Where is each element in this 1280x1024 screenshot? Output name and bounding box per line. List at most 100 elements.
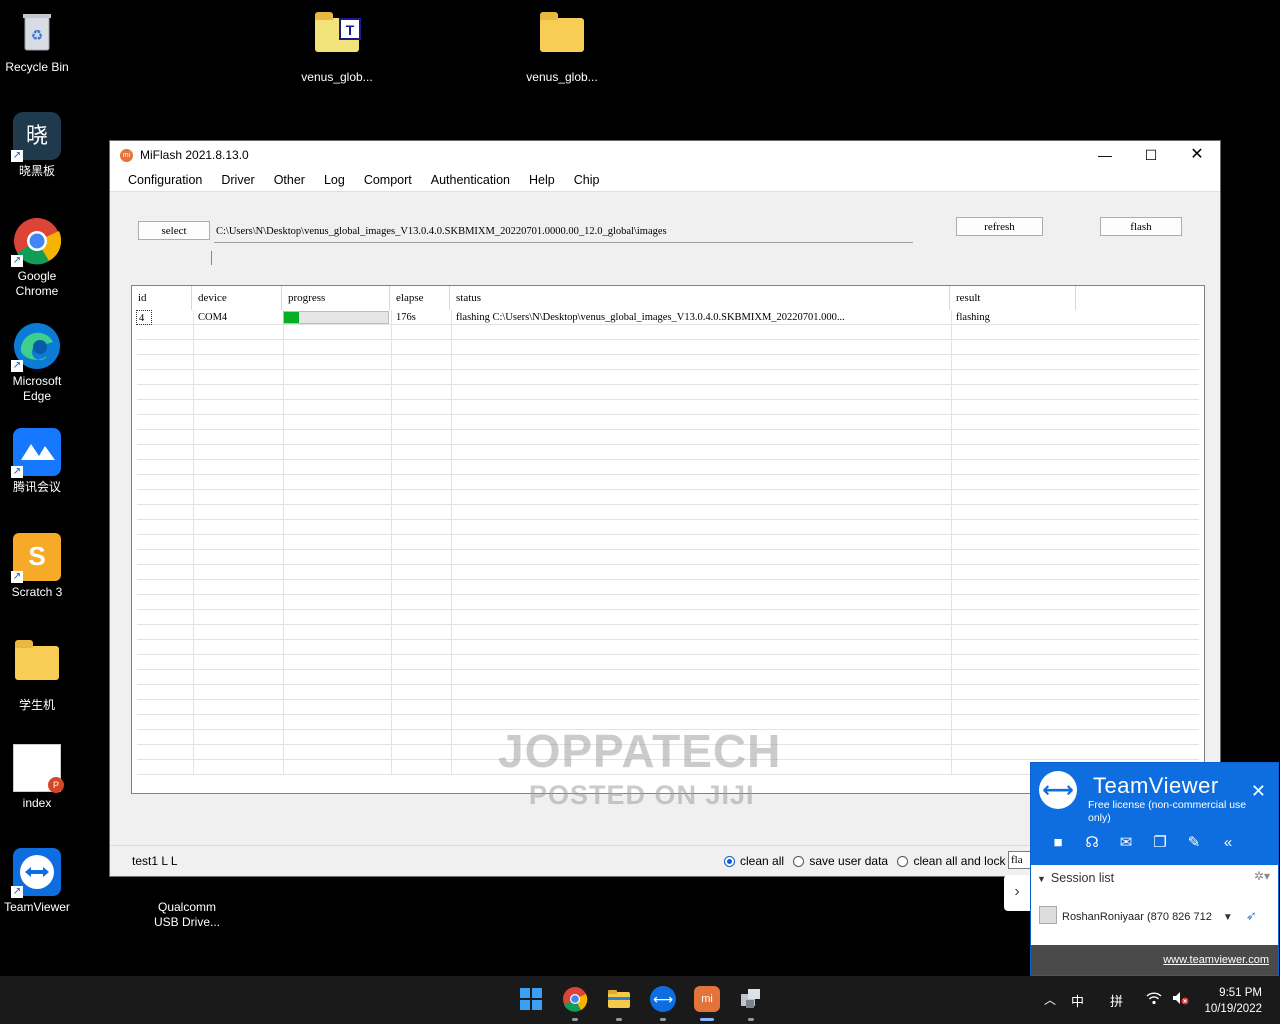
cell-device: COM4 bbox=[198, 312, 228, 323]
table-row[interactable]: 4 COM4 176s flashing C:\Users\N\Desktop\… bbox=[132, 310, 1204, 325]
files-icon[interactable]: ❐ bbox=[1143, 833, 1177, 851]
option-save-user-data[interactable]: save user data bbox=[793, 854, 888, 868]
desktop-icon-label: TeamViewer bbox=[4, 900, 70, 914]
taskbar-chrome-icon[interactable] bbox=[562, 986, 588, 1012]
menu-help[interactable]: Help bbox=[529, 173, 555, 187]
option-label: clean all bbox=[740, 854, 785, 868]
desktop-icon-scratch[interactable]: S ↗ Scratch 3 bbox=[0, 533, 74, 600]
folder-icon bbox=[538, 12, 586, 66]
chevron-up-icon[interactable]: ︿ bbox=[1044, 991, 1056, 1008]
flash-button[interactable]: flash bbox=[1100, 217, 1182, 236]
taskbar-miflash-icon[interactable]: mi bbox=[694, 986, 720, 1012]
desktop-icon-edge[interactable]: ↗ Microsoft Edge bbox=[0, 322, 74, 404]
desktop-icon-label: venus_glob... bbox=[301, 70, 373, 84]
ime-pinyin[interactable]: 拼 bbox=[1110, 991, 1123, 1010]
rom-path-field[interactable]: C:\Users\N\Desktop\venus_global_images_V… bbox=[214, 223, 913, 243]
desktop-icon-xiaoheiban[interactable]: 晓 ↗ 晓黑板 bbox=[0, 112, 74, 179]
desktop-icon-tencent-meeting[interactable]: ↗ 腾讯会议 bbox=[0, 428, 74, 495]
svg-text:♻: ♻ bbox=[31, 27, 44, 43]
clock-date: 10/19/2022 bbox=[1204, 1003, 1262, 1015]
menu-comport[interactable]: Comport bbox=[364, 173, 412, 187]
desktop-icon-chrome[interactable]: ↗ Google Chrome bbox=[0, 217, 74, 299]
shortcut-arrow-icon: ↗ bbox=[11, 886, 23, 898]
teamviewer-link[interactable]: www.teamviewer.com bbox=[1031, 945, 1278, 975]
speaker-muted-icon[interactable] bbox=[1172, 991, 1190, 1008]
teamviewer-header: TeamViewer Free license (non-commercial … bbox=[1031, 763, 1278, 865]
progress-fill bbox=[284, 312, 299, 323]
file-explorer-icon[interactable] bbox=[606, 986, 632, 1012]
scratch-icon: S ↗ bbox=[11, 533, 61, 583]
shortcut-arrow-icon: ↗ bbox=[11, 466, 23, 478]
tools-icon[interactable]: ✎ bbox=[1177, 833, 1211, 851]
minimize-button[interactable]: — bbox=[1082, 141, 1128, 169]
session-user-label: RoshanRoniyaar (870 826 712 bbox=[1062, 911, 1212, 923]
column-header-result: result bbox=[950, 286, 1076, 310]
select-button[interactable]: select bbox=[138, 221, 210, 240]
start-windows-icon[interactable] bbox=[518, 986, 544, 1012]
desktop-icon-teamviewer[interactable]: ↗ TeamViewer bbox=[0, 848, 74, 915]
text-cursor bbox=[211, 251, 212, 265]
desktop-icon-recycle-bin[interactable]: ♻ Recycle Bin bbox=[0, 8, 74, 75]
session-user[interactable]: RoshanRoniyaar (870 826 712 ▼ ➶ bbox=[1039, 906, 1257, 924]
close-icon[interactable]: ✕ bbox=[1251, 781, 1266, 802]
flash-options: clean all save user data clean all and l… bbox=[724, 854, 1006, 868]
menu-chip[interactable]: Chip bbox=[574, 173, 600, 187]
desktop-icon-label: 晓黑板 bbox=[18, 164, 55, 178]
archive-folder-icon: T bbox=[313, 12, 361, 66]
teamviewer-brand: TeamViewer bbox=[1093, 773, 1219, 798]
shortcut-arrow-icon: ↗ bbox=[11, 360, 23, 372]
taskbar-teamviewer-icon[interactable]: ⟷ bbox=[650, 986, 676, 1012]
menu-log[interactable]: Log bbox=[324, 173, 345, 187]
taskbar: ⟷ mi ︿ 中 拼 9:51 PM 10/19/2022 bbox=[0, 976, 1280, 1024]
desktop-icon-venus-folder[interactable]: venus_glob... bbox=[525, 8, 599, 85]
desktop-icon-qualcomm[interactable]: Qualcomm USB Drive... bbox=[150, 880, 224, 930]
powerpoint-file-icon: P bbox=[13, 744, 64, 793]
grid-column-divider bbox=[283, 310, 284, 775]
recycle-bin-icon: ♻ bbox=[13, 8, 61, 56]
desktop-icon-label: Microsoft Edge bbox=[12, 374, 62, 403]
chevron-right-icon: › bbox=[1014, 883, 1020, 900]
desktop-icon-label: 腾讯会议 bbox=[12, 480, 61, 494]
desktop-icon-index[interactable]: P index bbox=[0, 744, 74, 811]
close-button[interactable]: ✕ bbox=[1174, 141, 1220, 169]
chrome-icon: ↗ bbox=[11, 217, 62, 267]
gear-icon[interactable]: ✲▾ bbox=[1254, 869, 1270, 883]
option-clean-all-and-lock[interactable]: clean all and lock bbox=[897, 854, 1006, 868]
radio-icon[interactable] bbox=[897, 856, 909, 867]
chat-icon[interactable]: ✉ bbox=[1109, 833, 1143, 851]
video-camera-icon[interactable]: ■ bbox=[1041, 834, 1075, 851]
column-header-status: status bbox=[450, 286, 950, 310]
dropdown-icon[interactable]: ▼ bbox=[1223, 912, 1233, 923]
maximize-button[interactable]: ☐ bbox=[1128, 141, 1174, 169]
menu-driver[interactable]: Driver bbox=[221, 173, 254, 187]
grid-column-divider bbox=[451, 310, 452, 775]
folder-icon bbox=[13, 640, 61, 694]
radio-selected-icon[interactable] bbox=[724, 856, 735, 867]
cell-status: flashing C:\Users\N\Desktop\venus_global… bbox=[456, 312, 845, 323]
taskbar-qualcomm-icon[interactable] bbox=[738, 986, 764, 1012]
edge-icon: ↗ bbox=[11, 322, 61, 372]
headset-icon[interactable]: ☊ bbox=[1075, 833, 1109, 851]
radio-icon[interactable] bbox=[793, 856, 805, 867]
option-clean-all[interactable]: clean all bbox=[724, 854, 784, 868]
pointer-icon[interactable]: ➶ bbox=[1246, 908, 1257, 923]
refresh-button[interactable]: refresh bbox=[956, 217, 1043, 236]
desktop-icon-venus-archive[interactable]: T venus_glob... bbox=[300, 8, 374, 85]
desktop-icon-student-folder[interactable]: 学生机 bbox=[0, 636, 74, 713]
table-header: id device progress elapse status result bbox=[132, 286, 1204, 310]
column-header-progress: progress bbox=[282, 286, 390, 310]
cell-elapse: 176s bbox=[396, 312, 416, 323]
teamviewer-collapse-tab[interactable]: › bbox=[1004, 875, 1030, 911]
menu-other[interactable]: Other bbox=[274, 173, 305, 187]
qualcomm-driver-icon bbox=[150, 880, 224, 900]
running-indicator bbox=[748, 1018, 754, 1021]
collapse-left-icon[interactable]: « bbox=[1211, 834, 1245, 851]
ime-chinese[interactable]: 中 bbox=[1071, 991, 1084, 1010]
menu-configuration[interactable]: Configuration bbox=[128, 173, 202, 187]
system-clock[interactable]: 9:51 PM 10/19/2022 bbox=[1204, 985, 1262, 1017]
wifi-icon[interactable] bbox=[1146, 991, 1162, 1008]
teamviewer-logo-icon bbox=[1039, 771, 1077, 809]
menu-authentication[interactable]: Authentication bbox=[431, 173, 510, 187]
window-title: MiFlash 2021.8.13.0 bbox=[140, 148, 249, 162]
session-list-header[interactable]: ▼ Session list bbox=[1037, 871, 1114, 885]
